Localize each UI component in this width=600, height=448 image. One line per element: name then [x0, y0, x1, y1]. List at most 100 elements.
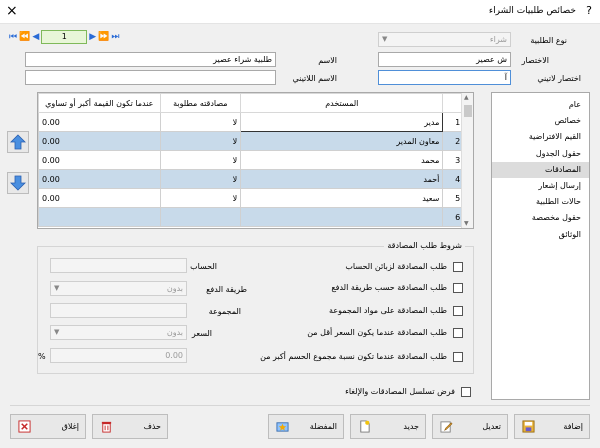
table-scrollbar[interactable]: ▲ ▼ [461, 93, 473, 228]
payment-method-select[interactable]: بدون ▼ [50, 281, 187, 296]
condition-payment-checkbox[interactable] [453, 283, 463, 293]
move-up-button[interactable] [7, 131, 29, 153]
approval-cell[interactable]: لا [159, 188, 242, 208]
scroll-up-icon[interactable]: ▲ [464, 94, 469, 101]
approval-cell[interactable]: لا [159, 131, 242, 151]
arrow-down-icon [10, 175, 26, 191]
chevron-down-icon: ▼ [382, 35, 388, 43]
discount-percent-field[interactable]: 0.00 [50, 348, 187, 363]
account-field[interactable] [50, 258, 187, 273]
short-label: الاختصار [521, 56, 549, 65]
latin-name-field[interactable] [25, 70, 276, 85]
close-button[interactable]: إغلاق [10, 414, 86, 439]
latin-name-label: الاسم اللاتيني [292, 74, 337, 83]
sidebar-item-table-fields[interactable]: حقول الجدول [492, 146, 589, 162]
threshold-cell[interactable]: 0.00 [38, 112, 161, 132]
window-title: خصائص طلبيات الشراء [488, 6, 576, 16]
threshold-cell[interactable]: 0.00 [38, 188, 161, 208]
group-field[interactable] [50, 303, 187, 318]
approval-cell[interactable] [159, 207, 242, 227]
favorite-button[interactable]: المفضلة [268, 414, 344, 439]
trash-icon [99, 420, 113, 434]
price-label: السعر [191, 329, 212, 338]
condition-payment-label: طلب المصادقة حسب طريقة الدفع [331, 283, 447, 292]
move-down-button[interactable] [7, 172, 29, 194]
user-cell[interactable]: معاون المدير [240, 131, 444, 151]
user-cell[interactable]: أحمد [240, 169, 444, 189]
col-approval-header[interactable]: مصادقته مطلوبة [159, 93, 242, 113]
table-row[interactable]: 6 [38, 207, 473, 227]
user-cell[interactable] [240, 207, 444, 227]
edit-button[interactable]: تعديل [432, 414, 508, 439]
approval-cell[interactable]: لا [159, 169, 242, 189]
approval-cell[interactable]: لا [159, 112, 242, 132]
sidebar-item-general[interactable]: عام [492, 97, 589, 113]
condition-group-checkbox[interactable] [453, 306, 463, 316]
next-page-icon[interactable]: ⏩ [98, 32, 109, 42]
col-user-header[interactable]: المستخدم [240, 93, 444, 113]
scroll-thumb[interactable] [464, 105, 472, 117]
delete-button[interactable]: حذف [92, 414, 168, 439]
account-label: الحساب [190, 262, 217, 271]
arrow-up-icon [10, 134, 26, 150]
approvals-table: عندما تكون القيمة أكبر أو تساوي مصادقته … [37, 92, 474, 229]
new-document-icon [357, 420, 371, 434]
sidebar-item-custom-fields[interactable]: حقول مخصصة [492, 210, 589, 226]
col-threshold-header[interactable]: عندما تكون القيمة أكبر أو تساوي [38, 93, 161, 113]
sidebar-item-order-states[interactable]: حالات الطلبية [492, 194, 589, 210]
short-name-field[interactable]: ش عصير [378, 52, 511, 67]
payment-method-label: طريقة الدفع [206, 285, 247, 294]
condition-price-label: طلب المصادقة عندما يكون السعر أقل من [307, 328, 447, 337]
condition-discount-checkbox[interactable] [453, 352, 463, 362]
prev-page-icon[interactable]: ⏪ [19, 32, 30, 42]
table-row[interactable]: 0.00 لا مدير 1 [38, 112, 473, 132]
group-label: المجموعة [208, 307, 241, 316]
order-type-label: نوع الطلبية [530, 36, 567, 45]
table-row[interactable]: 0.00 لا سعيد 5 [38, 188, 473, 208]
condition-account-checkbox[interactable] [453, 262, 463, 272]
sidebar-item-defaults[interactable]: القيم الافتراضية [492, 129, 589, 145]
sidebar-item-notifications[interactable]: إرسال إشعار [492, 178, 589, 194]
user-cell[interactable]: مدير [240, 112, 444, 132]
sidebar-item-properties[interactable]: خصائص [492, 113, 589, 129]
new-button[interactable]: جديد [350, 414, 426, 439]
user-cell[interactable]: سعيد [240, 188, 444, 208]
sidebar-item-approvals[interactable]: المصادقات [492, 161, 589, 178]
last-record-icon[interactable]: ⏭ [111, 32, 119, 42]
name-field[interactable]: طلبية شراء عصير [25, 52, 276, 67]
first-record-icon[interactable]: ⏮ [9, 32, 17, 42]
help-icon[interactable]: ? [586, 4, 592, 17]
user-cell[interactable]: محمد [240, 150, 444, 170]
enforce-sequence-label: فرض تسلسل المصادقات والإلغاء [345, 387, 455, 396]
enforce-sequence-checkbox[interactable] [461, 387, 471, 397]
sidebar-item-documents[interactable]: الوثائق [492, 227, 589, 243]
approval-cell[interactable]: لا [159, 150, 242, 170]
percent-sign: % [38, 352, 46, 361]
table-row[interactable]: 0.00 لا أحمد 4 [38, 169, 473, 189]
condition-price-checkbox[interactable] [453, 328, 463, 338]
order-type-select[interactable]: شراء ▼ [378, 32, 511, 47]
short-latin-field[interactable]: آ [378, 70, 511, 85]
conditions-legend: شروط طلب المصادقة [384, 241, 465, 250]
chevron-down-icon: ▼ [54, 284, 60, 292]
name-label: الاسم [318, 56, 337, 65]
condition-discount-label: طلب المصادقة عندما تكون نسبة مجموع الحسم… [260, 352, 447, 361]
price-select[interactable]: بدون ▼ [50, 325, 187, 340]
condition-account-label: طلب المصادقة لزبائن الحساب [345, 262, 447, 271]
threshold-cell[interactable]: 0.00 [38, 131, 161, 151]
sections-sidebar: عام خصائص القيم الافتراضية حقول الجدول ا… [491, 92, 590, 400]
record-number-field[interactable]: 1 [41, 30, 88, 44]
close-icon [17, 420, 31, 434]
close-icon[interactable]: × [6, 3, 18, 19]
threshold-cell[interactable]: 0.00 [38, 169, 161, 189]
table-header-row: عندما تكون القيمة أكبر أو تساوي مصادقته … [38, 93, 473, 113]
table-row[interactable]: 0.00 لا معاون المدير 2 [38, 131, 473, 151]
next-record-icon[interactable]: ▶ [89, 32, 96, 42]
threshold-cell[interactable] [38, 207, 161, 227]
table-row[interactable]: 0.00 لا محمد 3 [38, 150, 473, 170]
prev-record-icon[interactable]: ◀ [32, 32, 39, 42]
threshold-cell[interactable]: 0.00 [38, 150, 161, 170]
title-bar: × خصائص طلبيات الشراء ? [0, 0, 600, 24]
add-button[interactable]: إضافة [514, 414, 590, 439]
scroll-down-icon[interactable]: ▼ [464, 220, 469, 227]
